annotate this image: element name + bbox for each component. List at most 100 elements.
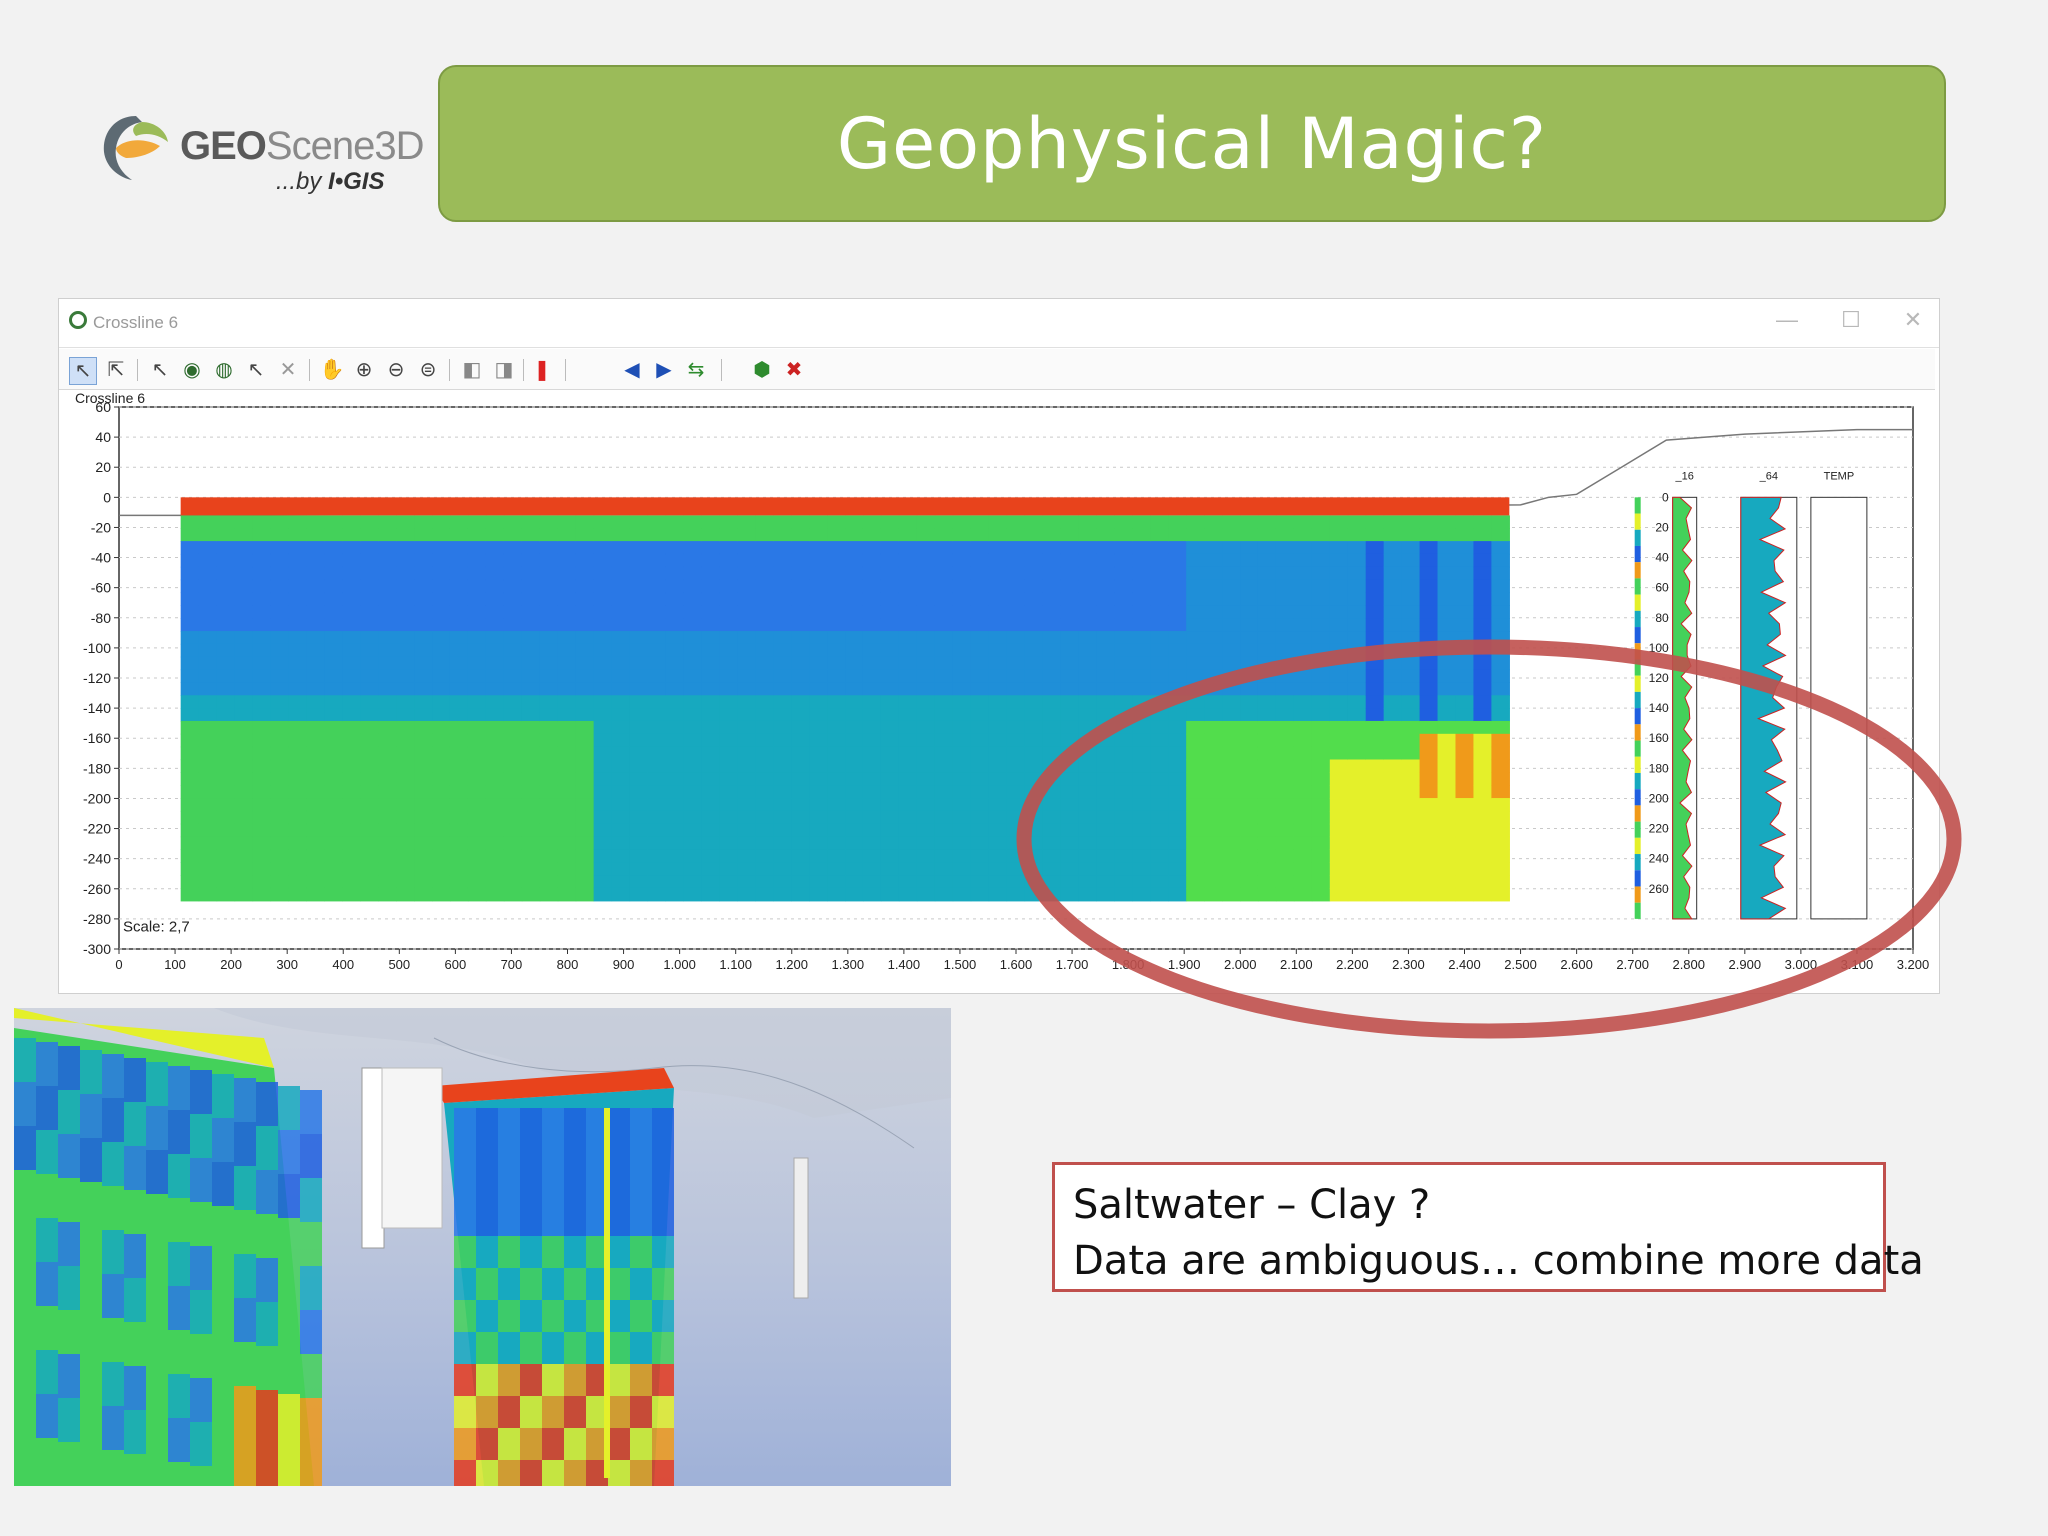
scene-wall-cell [476, 1300, 498, 1332]
section-cell [467, 592, 487, 606]
maximize-button[interactable]: ☐ [1831, 307, 1871, 333]
section-cell [1186, 682, 1205, 696]
section-cell [683, 823, 702, 838]
scene-borehole-center [604, 1108, 610, 1478]
section-cell [396, 875, 415, 889]
section-cell [180, 515, 200, 529]
forward-icon[interactable]: ◨ [491, 357, 517, 383]
globe-add-icon[interactable]: ◍ [211, 357, 237, 383]
scene-3d-view[interactable] [14, 1008, 951, 1486]
minimize-button[interactable]: — [1767, 307, 1807, 333]
prev-icon[interactable]: ◀ [619, 357, 645, 383]
section-cell [1204, 618, 1223, 632]
section-cell [647, 887, 667, 902]
crossline-plot[interactable]: Crossline 66040200-20-40-60-80-100-120-1… [59, 391, 1939, 991]
section-cell [898, 849, 918, 863]
refresh-icon[interactable]: ⇆ [683, 357, 709, 383]
log-color-strip [1634, 837, 1641, 855]
section-cell [306, 746, 325, 761]
section-cell [324, 887, 343, 902]
pick-icon[interactable]: ↖ [147, 357, 173, 383]
next-icon[interactable]: ▶ [651, 357, 677, 383]
close-button[interactable]: ✕ [1893, 307, 1933, 333]
section-cell [485, 528, 505, 542]
section-cell [1060, 515, 1080, 529]
section-cell [827, 862, 846, 876]
section-cell [880, 669, 900, 684]
globe-edit-icon[interactable]: ◉ [179, 357, 205, 383]
section-cell [1114, 785, 1133, 799]
pan-hand-icon[interactable]: ✋ [319, 357, 345, 383]
section-cell [180, 553, 200, 568]
export-icon[interactable]: ⬢ [749, 357, 775, 383]
section-cell [970, 566, 990, 581]
section-cell [1401, 810, 1421, 825]
section-cell [198, 836, 218, 851]
section-cell [396, 643, 415, 658]
section-cell [1096, 618, 1115, 632]
section-cell [1311, 515, 1331, 529]
section-cell [1437, 849, 1457, 863]
scene-wall-cell [168, 1374, 190, 1418]
section-cell [252, 798, 272, 812]
section-cell [593, 785, 613, 799]
section-cell [198, 887, 218, 902]
section-cell [916, 553, 936, 568]
zoom-extent-icon[interactable]: ⊜ [415, 357, 441, 383]
section-cell [862, 720, 882, 735]
section-cell [647, 720, 667, 735]
section-cell [1293, 682, 1313, 696]
back-icon[interactable]: ◧ [459, 357, 485, 383]
pick-delete-icon[interactable]: ↖ [243, 357, 269, 383]
section-cell [1222, 746, 1241, 761]
section-cell [1186, 772, 1205, 786]
section-cell [414, 849, 433, 863]
section-cell [414, 772, 433, 786]
section-cell [1437, 656, 1457, 671]
select-text-icon[interactable]: ⇱ [103, 357, 129, 383]
section-cell [360, 849, 379, 863]
section-cell [288, 643, 307, 658]
section-cell [916, 669, 936, 684]
window-titlebar[interactable]: Crossline 6 — ☐ ✕ [59, 299, 1939, 348]
section-cell [1024, 798, 1044, 812]
section-cell [198, 605, 218, 619]
section-cell [270, 695, 289, 709]
cross-icon[interactable]: ✕ [275, 357, 301, 383]
section-cell [575, 875, 595, 889]
section-cell [467, 631, 487, 645]
section-cell [306, 798, 325, 812]
well-depth-tick-label: 40 [1655, 551, 1669, 565]
section-cell [557, 695, 577, 709]
section-cell [916, 849, 936, 863]
section-cell [880, 566, 900, 581]
section-cell [862, 656, 882, 671]
section-cell [952, 759, 972, 773]
zoom-out-icon[interactable]: ⊖ [383, 357, 409, 383]
section-cell [737, 528, 756, 542]
zoom-in-icon[interactable]: ⊕ [351, 357, 377, 383]
section-cell [360, 836, 379, 851]
x-tick-label: 1.300 [832, 957, 865, 972]
section-cell [1132, 682, 1151, 696]
section-cell [1168, 746, 1187, 761]
x-tick-label: 700 [501, 957, 523, 972]
red-marker-icon[interactable]: ❚ [529, 357, 555, 383]
section-cell [1293, 772, 1313, 786]
section-cell [755, 605, 774, 619]
section-cell [1150, 849, 1169, 863]
section-cell [396, 810, 415, 825]
section-cell [1240, 849, 1259, 863]
scene-wall-cell [124, 1410, 146, 1454]
section-cell [1383, 733, 1403, 748]
section-cell [252, 656, 272, 671]
section-cell [952, 798, 972, 812]
section-cell [1473, 656, 1492, 671]
section-cell [647, 746, 667, 761]
section-cell [288, 528, 307, 542]
select-arrow-icon[interactable]: ↖ [69, 357, 97, 385]
close-red-icon[interactable]: ✖ [781, 357, 807, 383]
well-depth-tick-label: 240 [1649, 852, 1669, 866]
section-cell [1437, 798, 1457, 812]
section-cell [198, 682, 218, 696]
